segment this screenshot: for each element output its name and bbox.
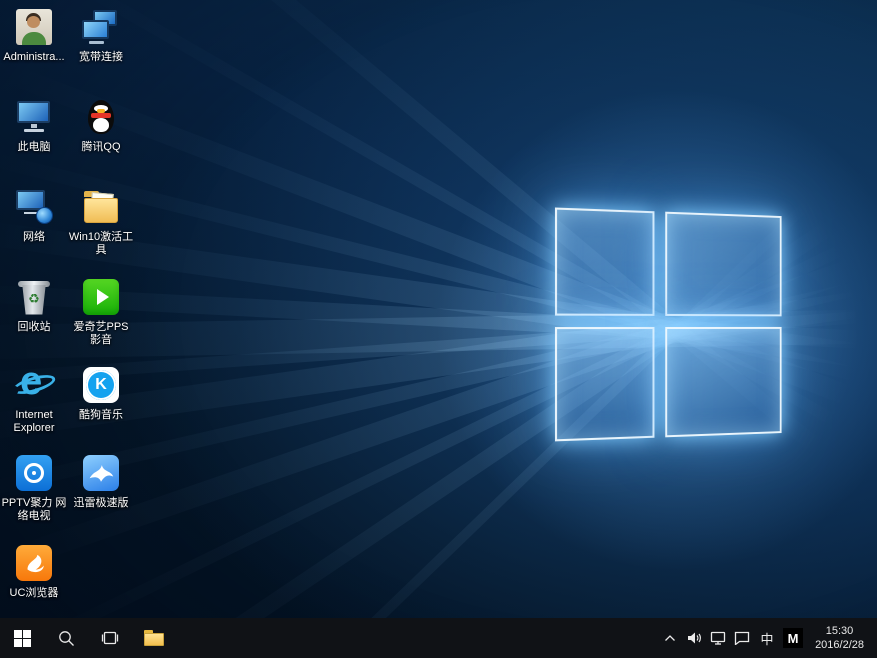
- chevron-up-icon: [664, 634, 676, 642]
- icon-label: UC浏览器: [10, 587, 59, 600]
- start-button[interactable]: [0, 618, 44, 658]
- ethernet-network-icon: [710, 631, 726, 645]
- desktop-icon-xunlei[interactable]: 迅雷极速版: [68, 452, 134, 510]
- icon-label: 此电脑: [18, 141, 51, 154]
- icon-label: 爱奇艺PPS 影音: [68, 321, 134, 347]
- action-center-icon: [734, 631, 750, 645]
- icon-label: Internet Explorer: [1, 409, 67, 435]
- file-explorer-icon: [144, 630, 164, 646]
- tray-expand-button[interactable]: [658, 618, 682, 658]
- task-view-button[interactable]: [88, 618, 132, 658]
- computer-icon: [13, 96, 55, 138]
- taskbar-left: [0, 618, 176, 658]
- desktop-icon-network[interactable]: 网络: [1, 186, 67, 244]
- icon-label: 腾讯QQ: [81, 141, 120, 154]
- kugou-music-icon: K: [80, 364, 122, 406]
- file-explorer-button[interactable]: [132, 618, 176, 658]
- iqiyi-play-icon: [80, 276, 122, 318]
- icon-label: 迅雷极速版: [74, 497, 129, 510]
- network-icon: [13, 186, 55, 228]
- desktop-icon-this-pc[interactable]: 此电脑: [1, 96, 67, 154]
- desktop-icon-qq[interactable]: 腾讯QQ: [68, 96, 134, 154]
- icon-label: PPTV聚力 网络电视: [1, 497, 67, 523]
- desktop-icon-internet-explorer[interactable]: e Internet Explorer: [1, 364, 67, 435]
- windows-logo-icon: [14, 630, 31, 647]
- ime-language-indicator[interactable]: 中: [754, 618, 780, 658]
- desktop-icon-broadband[interactable]: 宽带连接: [68, 6, 134, 64]
- recycle-bin-icon: ♻: [13, 276, 55, 318]
- action-center-button[interactable]: [730, 618, 754, 658]
- clock[interactable]: 15:30 2016/2/28: [806, 618, 873, 658]
- icon-label: 宽带连接: [79, 51, 123, 64]
- ime-mode-button[interactable]: M: [780, 618, 806, 658]
- qq-penguin-icon: [80, 96, 122, 138]
- broadband-connection-icon: [80, 6, 122, 48]
- xunlei-bird-icon: [80, 452, 122, 494]
- desktop-icon-pptv[interactable]: PPTV聚力 网络电视: [1, 452, 67, 523]
- user-account-icon: [13, 6, 55, 48]
- desktop-icon-recycle-bin[interactable]: ♻ 回收站: [1, 276, 67, 334]
- ime-mode-indicator: M: [783, 628, 803, 648]
- desktop-icon-uc-browser[interactable]: UC浏览器: [1, 542, 67, 600]
- volume-button[interactable]: [682, 618, 706, 658]
- clock-date: 2016/2/28: [815, 638, 864, 652]
- uc-browser-squirrel-icon: [13, 542, 55, 584]
- taskbar: 中 M 15:30 2016/2/28: [0, 618, 877, 658]
- system-tray: 中 M 15:30 2016/2/28: [658, 618, 877, 658]
- speaker-icon: [687, 631, 702, 645]
- search-button[interactable]: [44, 618, 88, 658]
- network-button[interactable]: [706, 618, 730, 658]
- icon-label: 网络: [23, 231, 45, 244]
- icon-label: 回收站: [18, 321, 51, 334]
- windows-desktop: Administra... 宽带连接 此电脑 腾讯QQ 网络: [0, 0, 877, 658]
- desktop-wallpaper[interactable]: Administra... 宽带连接 此电脑 腾讯QQ 网络: [0, 0, 877, 618]
- desktop-icon-administrator[interactable]: Administra...: [1, 6, 67, 64]
- icon-label: Win10激活工具: [68, 231, 134, 257]
- icon-label: Administra...: [3, 51, 64, 64]
- pptv-icon: [13, 452, 55, 494]
- clock-time: 15:30: [815, 624, 864, 638]
- desktop-icon-kugou[interactable]: K 酷狗音乐: [68, 364, 134, 422]
- internet-explorer-icon: e: [13, 364, 55, 406]
- desktop-icon-win10-activator[interactable]: Win10激活工具: [68, 186, 134, 257]
- folder-icon: [80, 186, 122, 228]
- desktop-icon-iqiyi[interactable]: 爱奇艺PPS 影音: [68, 276, 134, 347]
- task-view-icon: [101, 631, 119, 645]
- icon-label: 酷狗音乐: [79, 409, 123, 422]
- search-icon: [58, 630, 75, 647]
